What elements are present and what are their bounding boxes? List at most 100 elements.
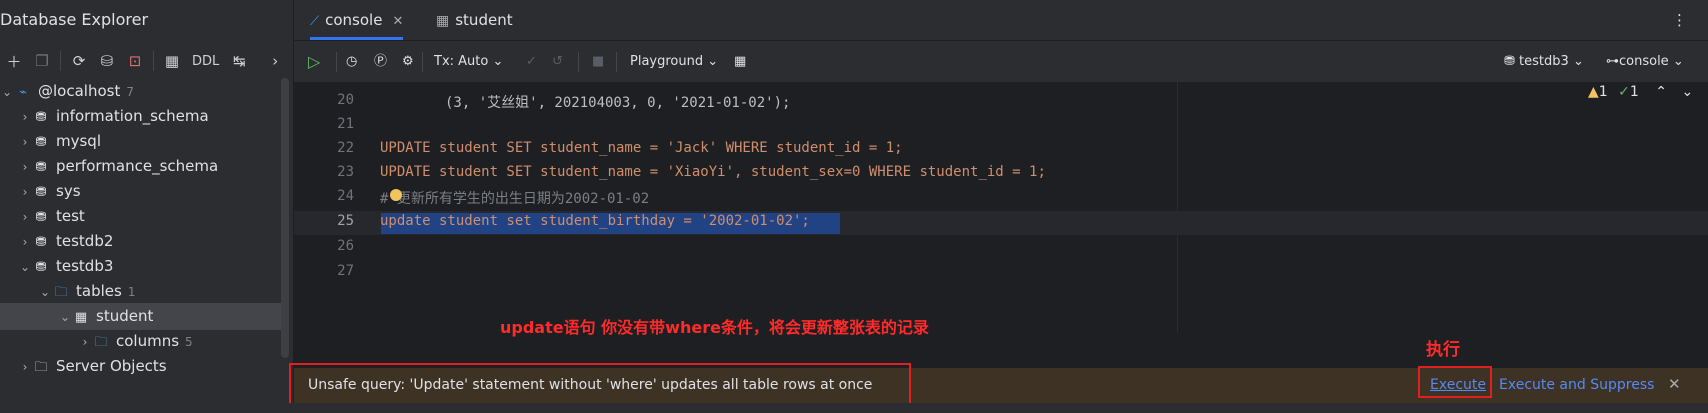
chevron-right-icon[interactable]: › bbox=[18, 104, 32, 131]
folder-icon: 🗀 bbox=[94, 335, 108, 350]
tree-item-columns[interactable]: › 🗀 columns 5 bbox=[0, 328, 281, 355]
explain-plan-icon[interactable]: Ⓟ bbox=[374, 49, 387, 75]
stop-icon[interactable]: ■ bbox=[592, 49, 604, 75]
tab-label: student bbox=[455, 11, 513, 29]
chevron-right-icon[interactable]: › bbox=[261, 47, 289, 75]
right-margin-guide bbox=[1177, 82, 1178, 332]
tree-item-schema[interactable]: › ⛃ information_schema bbox=[0, 103, 299, 130]
add-icon[interactable]: ＋ bbox=[0, 47, 28, 75]
line-number: 24 bbox=[337, 188, 354, 204]
chevron-down-icon: ⌄ bbox=[707, 54, 719, 69]
datasource-properties-icon[interactable]: ⛁ bbox=[93, 47, 121, 75]
playground-dropdown[interactable]: Playground ⌄ bbox=[630, 49, 718, 75]
chevron-right-icon[interactable]: › bbox=[18, 354, 32, 381]
tree-item-schema[interactable]: › ⛃ sys bbox=[0, 178, 299, 205]
chevron-right-icon[interactable]: › bbox=[18, 204, 32, 231]
annotation-note: update语句 你没有带where条件，将会更新整张表的记录 bbox=[500, 318, 929, 337]
rollback-icon[interactable]: ↺ bbox=[552, 49, 563, 75]
tree-item-label: testdb3 bbox=[56, 257, 114, 275]
tree-item-count: 5 bbox=[185, 335, 193, 349]
sidebar-scrollbar[interactable] bbox=[281, 78, 289, 358]
chevron-right-icon[interactable]: › bbox=[18, 154, 32, 181]
chevron-right-icon[interactable]: › bbox=[18, 129, 32, 156]
tree-item-label: tables bbox=[76, 282, 122, 300]
toolbar-divider bbox=[578, 52, 579, 72]
close-icon[interactable]: ✕ bbox=[392, 14, 403, 29]
tree-item-label: @localhost bbox=[38, 82, 121, 100]
chevron-down-icon[interactable]: ⌄ bbox=[0, 79, 14, 106]
jump-to-console-icon[interactable]: ↹ bbox=[225, 47, 253, 75]
tab-student[interactable]: ▦ student bbox=[436, 0, 513, 40]
schema-icon: ⛃ bbox=[35, 135, 47, 150]
refresh-icon[interactable]: ⟳ bbox=[65, 47, 93, 75]
copy-icon[interactable]: ❐ bbox=[28, 47, 56, 75]
chevron-down-icon[interactable]: ⌄ bbox=[38, 279, 52, 306]
history-icon[interactable]: ◷ bbox=[346, 49, 357, 75]
line-number: 20 bbox=[337, 92, 354, 108]
tree-item-label: test bbox=[56, 207, 85, 225]
commit-icon[interactable]: ✓ bbox=[526, 49, 537, 75]
tree-item-server-objects[interactable]: › 🗀 Server Objects bbox=[0, 353, 299, 380]
table-view-icon[interactable]: ▦ bbox=[734, 49, 746, 75]
more-options-icon[interactable]: ⋮ bbox=[1672, 0, 1687, 40]
line-number: 25 bbox=[337, 213, 354, 229]
toolbar-divider bbox=[153, 51, 154, 71]
tree-item-count: 1 bbox=[127, 285, 136, 299]
datasource-label: testdb3 bbox=[1519, 54, 1569, 69]
chevron-down-icon[interactable]: ⌄ bbox=[58, 304, 72, 331]
tree-item-localhost[interactable]: ⌄ ⌁ @localhost 7 bbox=[0, 78, 281, 105]
transaction-mode-dropdown[interactable]: Tx: Auto ⌄ bbox=[434, 49, 503, 75]
toolbar-divider bbox=[336, 52, 337, 72]
chevron-right-icon[interactable]: › bbox=[18, 179, 32, 206]
tree-item-schema[interactable]: › ⛃ test bbox=[0, 203, 299, 230]
status-bar bbox=[0, 403, 1708, 413]
chevron-down-icon[interactable]: ⌄ bbox=[18, 254, 32, 281]
warning-icon: ▲ bbox=[1588, 84, 1599, 100]
intention-bulb-icon[interactable] bbox=[390, 189, 402, 201]
tree-item-schema[interactable]: › ⛃ performance_schema bbox=[0, 153, 299, 180]
line-number: 23 bbox=[337, 164, 354, 180]
execute-icon[interactable]: ▷ bbox=[308, 49, 320, 75]
table-editor-icon[interactable]: ▦ bbox=[158, 47, 186, 75]
chevron-right-icon[interactable]: › bbox=[78, 329, 92, 356]
chevron-down-icon[interactable]: ⌄ bbox=[1681, 84, 1693, 100]
tree-item-schema[interactable]: › ⛃ testdb2 bbox=[0, 228, 299, 255]
code-line: UPDATE student SET student_name = 'XiaoY… bbox=[380, 164, 1046, 180]
warning-count: 1 bbox=[1598, 84, 1608, 100]
annotation-execute: 执行 bbox=[1426, 340, 1460, 360]
line-number: 26 bbox=[337, 238, 354, 254]
tree-item-count: 7 bbox=[126, 85, 134, 99]
tree-item-schema-testdb3[interactable]: ⌄ ⛃ testdb3 bbox=[0, 253, 299, 280]
close-icon[interactable]: ✕ bbox=[1668, 375, 1681, 393]
session-dropdown[interactable]: ⊶console ⌄ bbox=[1606, 49, 1684, 75]
playground-label: Playground bbox=[630, 54, 704, 69]
tx-mode-label: Tx: Auto bbox=[434, 54, 489, 69]
code-comment: # 更新所有学生的出生日期为2002-01-02 bbox=[380, 191, 650, 207]
tree-item-student-table[interactable]: ⌄ ▦ student bbox=[0, 303, 281, 330]
gear-icon[interactable]: ⚙ bbox=[402, 49, 414, 75]
stop-icon[interactable]: ⊡ bbox=[121, 47, 149, 75]
tree-item-tables[interactable]: ⌄ 🗀 tables 1 bbox=[0, 278, 319, 305]
tree-item-label: student bbox=[96, 307, 154, 325]
chevron-right-icon[interactable]: › bbox=[18, 229, 32, 256]
tab-console[interactable]: ⟋ console ✕ bbox=[310, 0, 404, 40]
line-number: 21 bbox=[337, 116, 354, 132]
execute-and-suppress-link[interactable]: Execute and Suppress bbox=[1499, 377, 1654, 393]
inspection-widget[interactable]: ▲1 ✓1 ⌃ ⌄ bbox=[1588, 84, 1693, 100]
datasource-dropdown[interactable]: ⛃ testdb3 ⌄ bbox=[1504, 49, 1584, 75]
highlight-box-execute bbox=[1418, 366, 1492, 398]
explorer-toolbar: ＋ ❐ ⟳ ⛁ ⊡ ▦ DDL ↹ › bbox=[0, 44, 293, 78]
tab-label: console bbox=[325, 11, 383, 29]
ddl-button[interactable]: DDL bbox=[186, 54, 225, 69]
tree-item-schema[interactable]: › ⛃ mysql bbox=[0, 128, 299, 155]
tree-item-label: Server Objects bbox=[56, 357, 167, 375]
chevron-up-icon[interactable]: ⌃ bbox=[1655, 84, 1667, 100]
tree-item-label: sys bbox=[56, 182, 81, 200]
line-number: 22 bbox=[337, 140, 354, 156]
tree-item-label: information_schema bbox=[56, 107, 209, 125]
check-icon: ✓ bbox=[1618, 84, 1630, 100]
session-icon: ⊶ bbox=[1606, 54, 1619, 69]
folder-icon: 🗀 bbox=[34, 360, 48, 375]
table-icon: ▦ bbox=[436, 13, 450, 29]
schema-icon: ⛃ bbox=[35, 160, 47, 175]
